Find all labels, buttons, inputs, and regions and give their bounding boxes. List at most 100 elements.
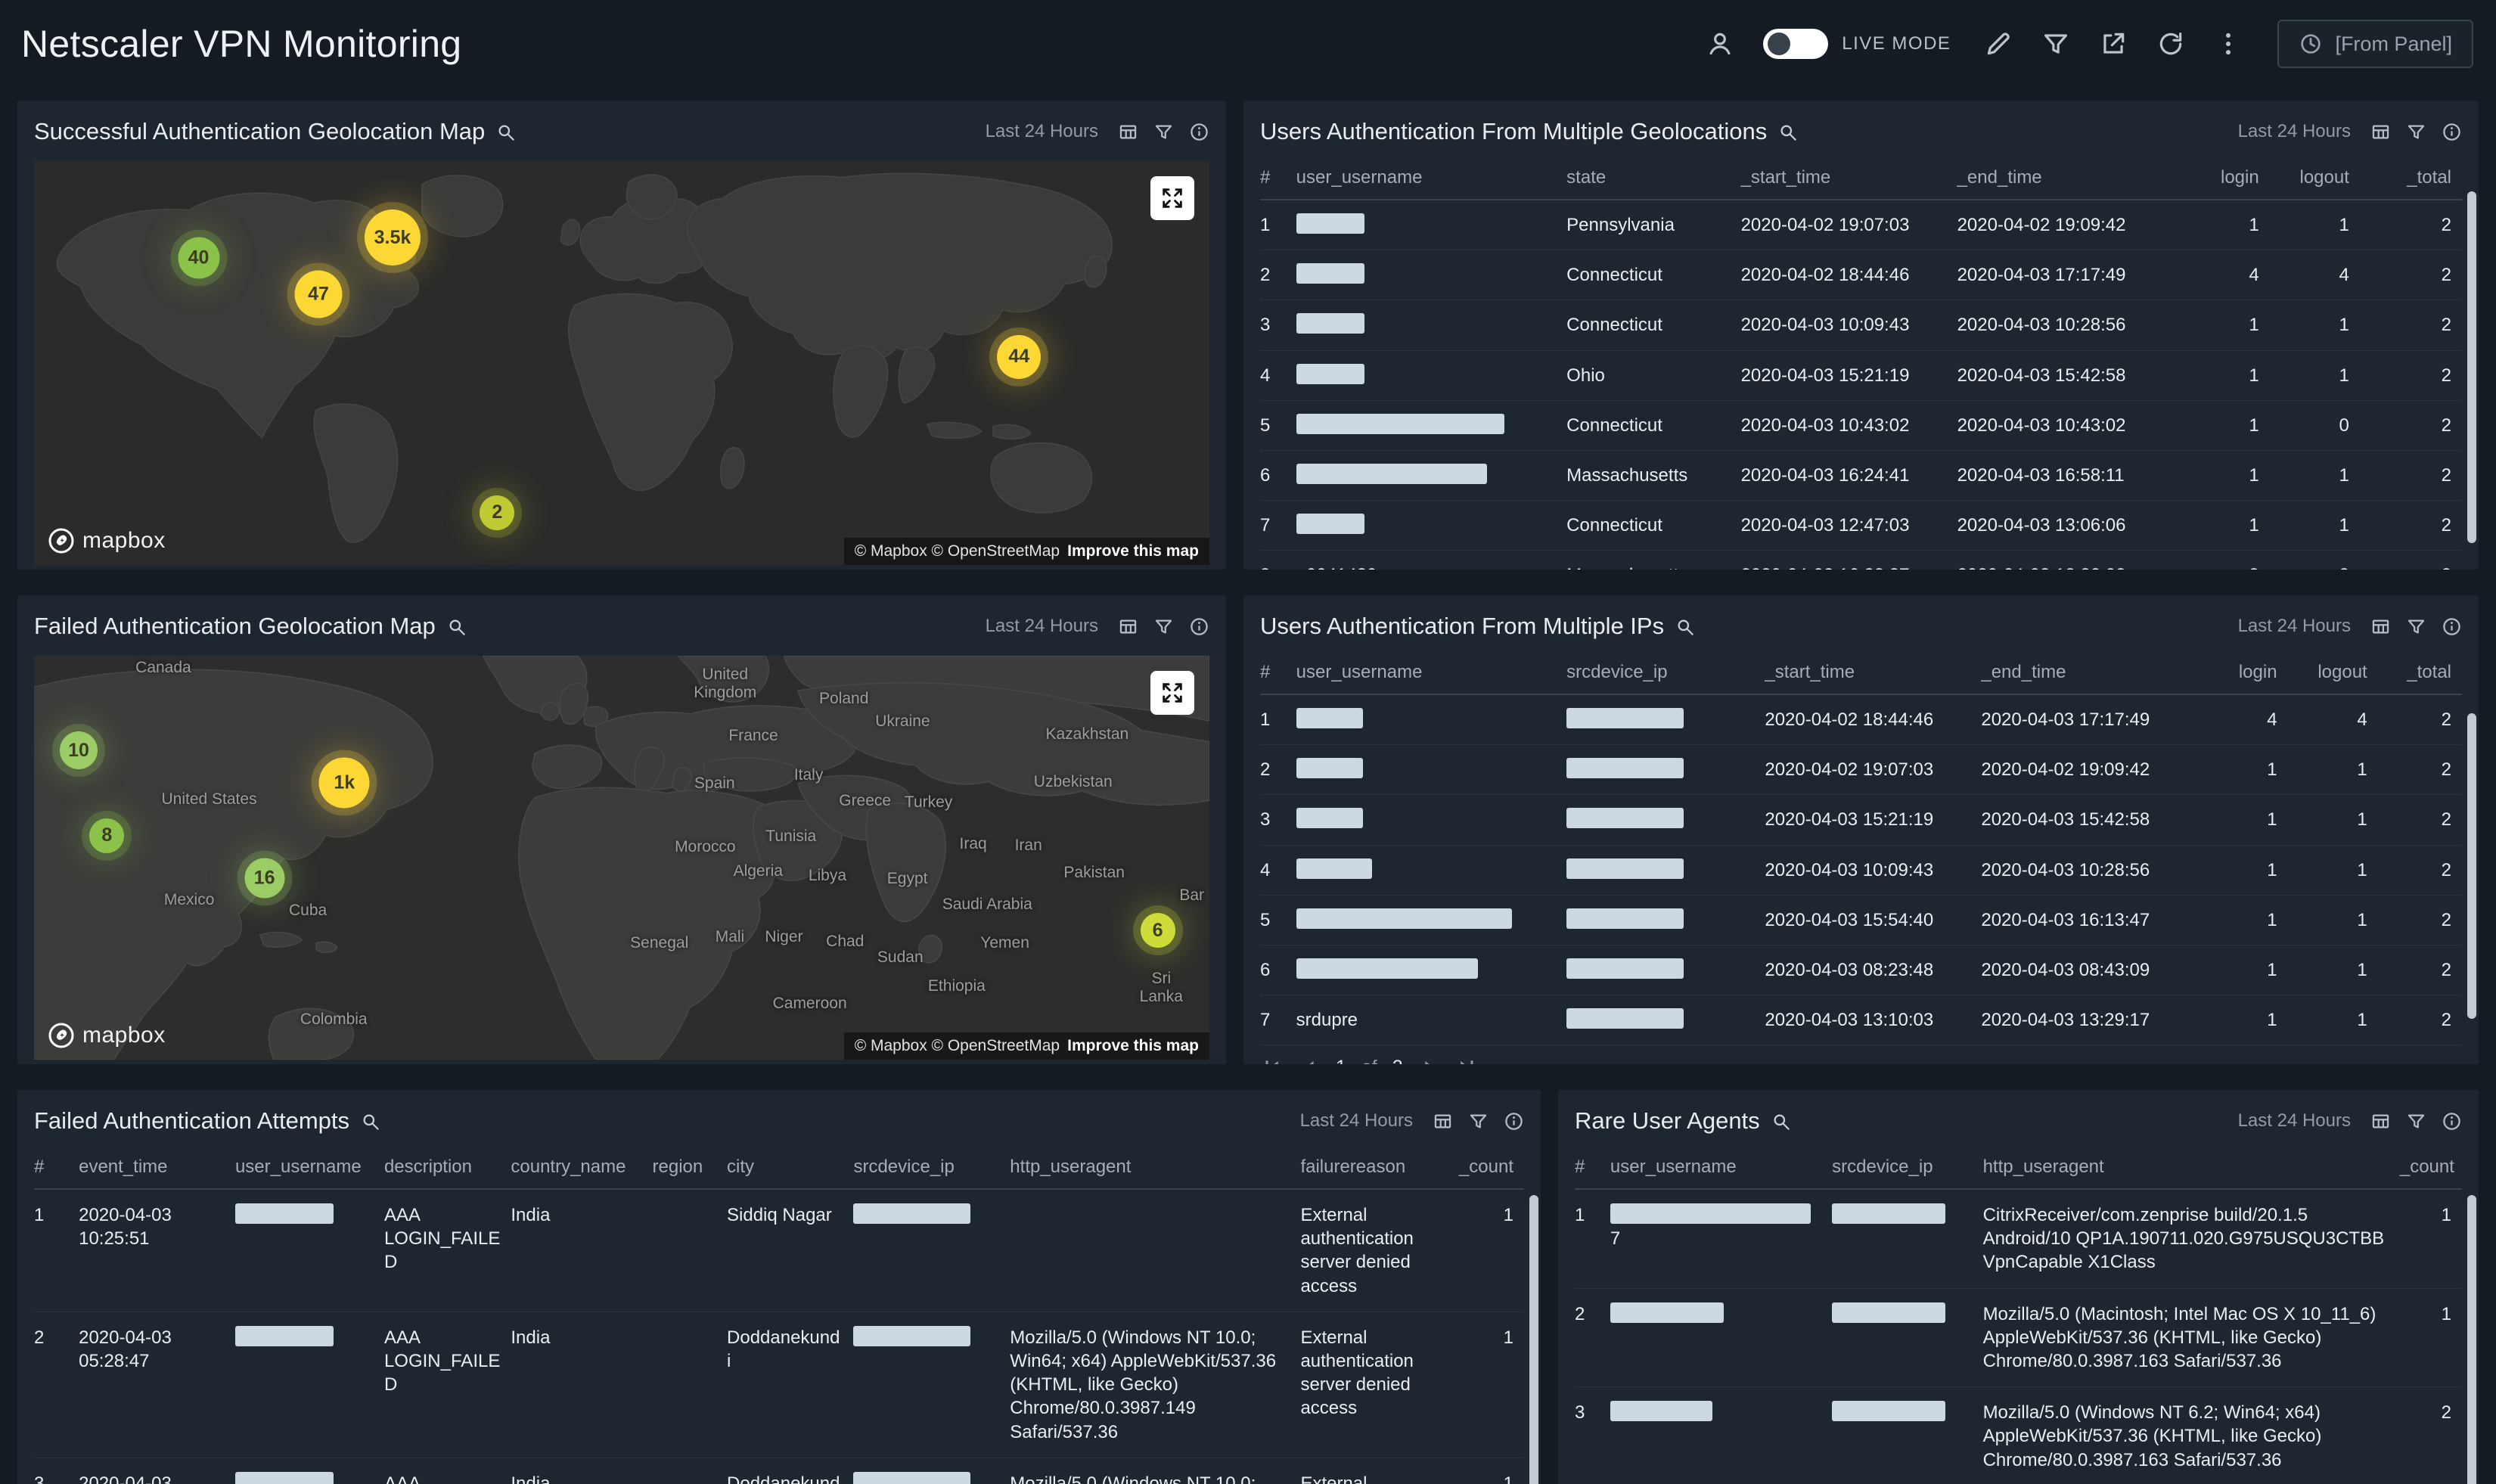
filter-icon[interactable] xyxy=(2406,616,2426,637)
info-icon[interactable] xyxy=(2442,1111,2462,1132)
map-canvas-failed-auth[interactable]: Canada United States Mexico Cuba Colombia Uni… xyxy=(34,656,1209,1060)
column-header-region[interactable]: region xyxy=(652,1146,728,1190)
map-cluster-marker[interactable]: 10 xyxy=(60,731,98,770)
column-header--end-time[interactable]: _end_time xyxy=(1981,651,2198,695)
column-header-http-useragent[interactable]: http_useragent xyxy=(1982,1146,2400,1190)
improve-map-link[interactable]: Improve this map xyxy=(1067,542,1199,560)
column-header--end-time[interactable]: _end_time xyxy=(1957,157,2174,200)
info-icon[interactable] xyxy=(1504,1111,1524,1132)
map-cluster-marker[interactable]: 47 xyxy=(294,270,343,318)
search-icon[interactable] xyxy=(446,616,467,637)
info-icon[interactable] xyxy=(2442,616,2462,637)
table-row[interactable]: 2 2020-04-02 19:07:03 2020-04-02 19:09:42 1… xyxy=(1260,744,2462,796)
table-row[interactable]: 8n0041439Massachusetts2020-04-03 16:28:3… xyxy=(1260,550,2462,570)
column-header-user-username[interactable]: user_username xyxy=(1610,1146,1833,1190)
column-header--count[interactable]: _count xyxy=(1457,1146,1524,1190)
column-header-srcdevice-ip[interactable]: srcdevice_ip xyxy=(1566,651,1765,695)
column-header-description[interactable]: description xyxy=(383,1146,511,1190)
column-header-logout[interactable]: logout xyxy=(2269,157,2360,200)
map-cluster-marker[interactable]: 44 xyxy=(997,334,1042,379)
table-row[interactable]: 4 2020-04-03 10:09:43 2020-04-03 10:28:56 1… xyxy=(1260,845,2462,896)
export-table-icon[interactable] xyxy=(1118,616,1138,637)
column-header-country-name[interactable]: country_name xyxy=(511,1146,653,1190)
table-row[interactable]: 5 2020-04-03 15:54:40 2020-04-03 16:13:47 1… xyxy=(1260,895,2462,945)
filter-icon[interactable] xyxy=(2041,29,2070,58)
column-header-logout[interactable]: logout xyxy=(2287,651,2378,695)
column-header-http-useragent[interactable]: http_useragent xyxy=(1010,1146,1301,1190)
map-cluster-marker[interactable]: 16 xyxy=(244,858,285,899)
refresh-icon[interactable] xyxy=(2156,29,2185,58)
search-icon[interactable] xyxy=(360,1111,380,1132)
map-cluster-marker[interactable]: 6 xyxy=(1140,913,1175,948)
column-header-failurereason[interactable]: failurereason xyxy=(1300,1146,1458,1190)
column-header-login[interactable]: login xyxy=(2197,651,2288,695)
export-table-icon[interactable] xyxy=(1433,1111,1453,1132)
total-pages[interactable]: 2 xyxy=(1392,1057,1403,1064)
search-icon[interactable] xyxy=(1777,122,1798,142)
search-icon[interactable] xyxy=(495,122,516,142)
filter-icon[interactable] xyxy=(1468,1111,1489,1132)
column-header--start-time[interactable]: _start_time xyxy=(1765,651,1982,695)
scrollbar-thumb[interactable] xyxy=(2467,713,2476,1019)
column-header-event-time[interactable]: event_time xyxy=(79,1146,235,1190)
first-page-button[interactable] xyxy=(1260,1056,1283,1064)
map-cluster-marker[interactable]: 1k xyxy=(318,757,370,809)
column-header--total[interactable]: _total xyxy=(2377,651,2462,695)
filter-icon[interactable] xyxy=(2406,122,2426,142)
user-icon[interactable] xyxy=(1706,29,1734,58)
current-page[interactable]: 1 xyxy=(1336,1057,1346,1064)
column-header-srcdevice-ip[interactable]: srcdevice_ip xyxy=(1832,1146,1983,1190)
table-row[interactable]: 1 2020-04-02 18:44:46 2020-04-03 17:17:49 4… xyxy=(1260,694,2462,746)
column-header--count[interactable]: _count xyxy=(2399,1146,2462,1190)
info-icon[interactable] xyxy=(1189,616,1209,637)
scrollbar-thumb[interactable] xyxy=(1529,1195,1538,1484)
map-cluster-marker[interactable]: 3.5k xyxy=(364,210,421,266)
export-table-icon[interactable] xyxy=(2370,616,2391,637)
table-row[interactable]: 6 Massachusetts 2020-04-03 16:24:41 2020-04… xyxy=(1260,450,2462,501)
filter-icon[interactable] xyxy=(2406,1111,2426,1132)
filter-icon[interactable] xyxy=(1153,122,1174,142)
table-row[interactable]: 3 Mozilla/5.0 (Windows NT 6.2; Win64; x64… xyxy=(1575,1386,2462,1484)
column-header-login[interactable]: login xyxy=(2173,157,2270,200)
map-canvas-successful-auth[interactable]: 40 47 3.5k 44 2 mapbox © Mapbox © OpenStreet… xyxy=(34,161,1209,565)
column-header--[interactable]: # xyxy=(1260,157,1296,200)
export-table-icon[interactable] xyxy=(2370,1111,2391,1132)
table-row[interactable]: 3 2020-04-03 15:21:19 2020-04-03 15:42:58 1… xyxy=(1260,794,2462,846)
column-header-user-username[interactable]: user_username xyxy=(1296,651,1567,695)
export-icon[interactable] xyxy=(2099,29,2128,58)
table-row[interactable]: 7 Connecticut 2020-04-03 12:47:03 2020-04-0… xyxy=(1260,500,2462,551)
prev-page-button[interactable] xyxy=(1298,1056,1321,1064)
column-header-user-username[interactable]: user_username xyxy=(234,1146,384,1190)
map-cluster-marker[interactable]: 2 xyxy=(480,495,515,530)
table-row[interactable]: 5 Connecticut 2020-04-03 10:43:02 2020-04-0… xyxy=(1260,400,2462,451)
column-header--[interactable]: # xyxy=(1575,1146,1610,1190)
next-page-button[interactable] xyxy=(1418,1056,1441,1064)
search-icon[interactable] xyxy=(1771,1111,1791,1132)
column-header-state[interactable]: state xyxy=(1566,157,1741,200)
table-row[interactable]: 7 srdupre 2020-04-03 13:10:03 2020-04-03 13… xyxy=(1260,995,2462,1046)
scrollbar-thumb[interactable] xyxy=(2467,1195,2476,1484)
column-header-user-username[interactable]: user_username xyxy=(1296,157,1567,200)
last-page-button[interactable] xyxy=(1456,1056,1479,1064)
table-row[interactable]: 3 Connecticut 2020-04-03 10:09:43 2020-04-0… xyxy=(1260,300,2462,351)
column-header--[interactable]: # xyxy=(1260,651,1296,695)
mapbox-logo[interactable]: mapbox xyxy=(48,527,166,554)
filter-icon[interactable] xyxy=(1153,616,1174,637)
export-table-icon[interactable] xyxy=(2370,122,2391,142)
column-header-srcdevice-ip[interactable]: srcdevice_ip xyxy=(853,1146,1011,1190)
table-row[interactable]: 1 2020-04-03 10:25:51 AAA LOGIN_FAILED Indi… xyxy=(34,1189,1524,1312)
info-icon[interactable] xyxy=(2442,122,2462,142)
fullscreen-button[interactable] xyxy=(1150,671,1194,715)
info-icon[interactable] xyxy=(1189,122,1209,142)
table-row[interactable]: 2 2020-04-03 05:28:47 AAA LOGIN_FAILED Indi… xyxy=(34,1312,1524,1458)
table-row[interactable]: 1 7 CitrixReceiver/com.zenprise build/20.1… xyxy=(1575,1189,2462,1289)
column-header--total[interactable]: _total xyxy=(2359,157,2462,200)
table-row[interactable]: 6 2020-04-03 08:23:48 2020-04-03 08:43:09 1… xyxy=(1260,945,2462,996)
mapbox-logo[interactable]: mapbox xyxy=(48,1022,166,1049)
table-row[interactable]: 2 Mozilla/5.0 (Macintosh; Intel Mac OS X … xyxy=(1575,1288,2462,1388)
kebab-menu-icon[interactable] xyxy=(2214,29,2243,58)
search-icon[interactable] xyxy=(1675,616,1695,637)
table-row[interactable]: 4 Ohio 2020-04-03 15:21:19 2020-04-03 15:42… xyxy=(1260,350,2462,401)
improve-map-link[interactable]: Improve this map xyxy=(1067,1037,1199,1055)
export-table-icon[interactable] xyxy=(1118,122,1138,142)
